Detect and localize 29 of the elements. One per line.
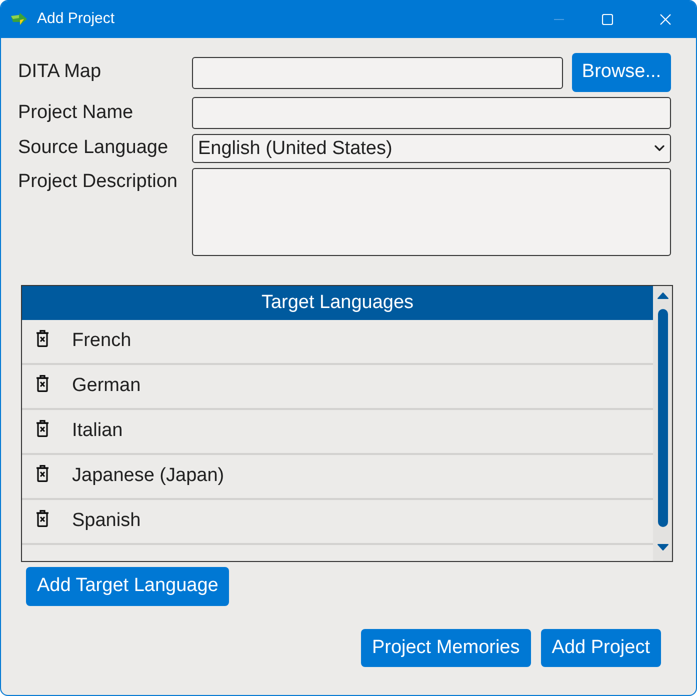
- file-path-field[interactable]: [192, 56, 563, 88]
- field-label: Source Language: [18, 137, 170, 160]
- trash-icon[interactable]: [36, 420, 49, 437]
- language-name: Spanish: [72, 509, 141, 534]
- language-name: German: [72, 374, 141, 398]
- field-label: Project Name: [18, 102, 134, 124]
- action-button[interactable]: Project Memories: [360, 629, 531, 667]
- text-field[interactable]: [192, 97, 671, 129]
- trash-icon[interactable]: [36, 465, 49, 482]
- scrollbar-track[interactable]: [653, 286, 672, 561]
- scroll-up-icon[interactable]: [656, 292, 668, 299]
- trash-icon[interactable]: [36, 510, 49, 527]
- add-target-language-button[interactable]: Add Target Language: [26, 567, 230, 606]
- text-area[interactable]: [192, 168, 671, 256]
- field-label: Project Description: [18, 171, 178, 194]
- window-title: Add Project: [37, 9, 115, 30]
- dropdown-field[interactable]: English (United States): [192, 134, 671, 163]
- trash-icon[interactable]: [36, 330, 49, 347]
- app-icon: [10, 13, 28, 26]
- scroll-down-icon[interactable]: [656, 544, 668, 551]
- field-label: DITA Map: [18, 61, 102, 84]
- list-header: Target Languages: [22, 286, 653, 320]
- language-name: Italian: [72, 419, 123, 444]
- browse-button[interactable]: Browse...: [572, 53, 671, 92]
- language-name: Japanese (Japan): [72, 464, 224, 488]
- scrollbar-thumb[interactable]: [658, 309, 668, 527]
- action-button[interactable]: Add Project: [540, 629, 661, 667]
- language-name: French: [72, 329, 132, 354]
- trash-icon[interactable]: [36, 375, 49, 392]
